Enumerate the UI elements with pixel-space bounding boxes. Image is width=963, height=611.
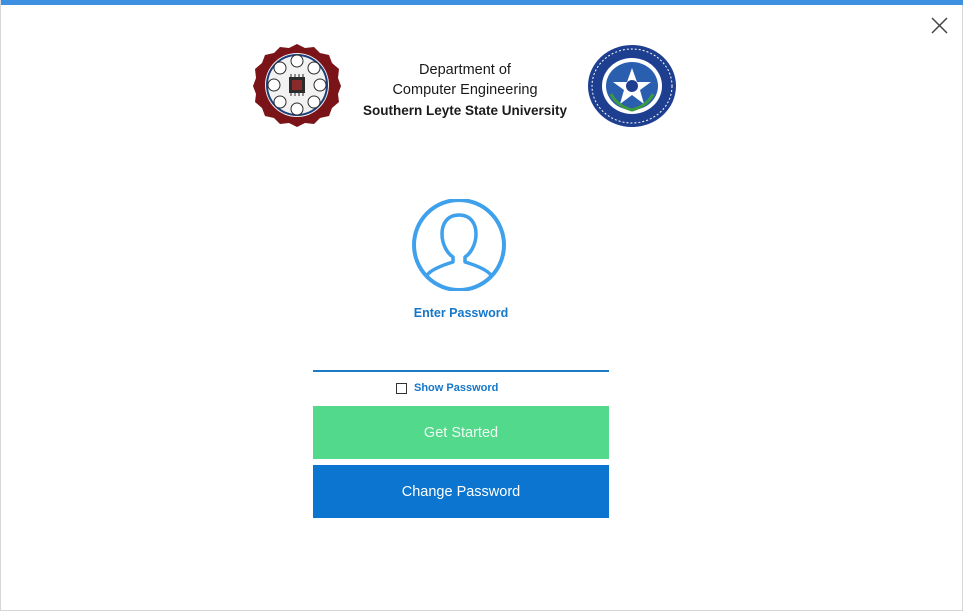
login-window: Department of Computer Engineering South… [0,0,963,611]
show-password-toggle[interactable]: Show Password [396,380,498,396]
department-line-2: Computer Engineering [392,82,538,98]
password-field[interactable] [313,342,609,372]
university-name: Southern Leyte State University [362,103,568,118]
show-password-label: Show Password [414,382,499,394]
user-avatar-icon [410,198,510,292]
department-heading: Department of Computer Engineering South… [351,60,579,122]
university-seal-logo [587,44,677,128]
department-line-1: Department of [419,62,511,78]
enter-password-label: Enter Password [413,306,509,320]
department-seal-logo [252,42,342,128]
close-button[interactable] [927,14,951,38]
title-bar-strip [1,0,963,5]
show-password-checkbox[interactable] [396,382,407,394]
close-icon [931,17,948,34]
change-password-button[interactable]: Change Password [313,465,609,518]
get-started-button[interactable]: Get Started [313,406,609,459]
